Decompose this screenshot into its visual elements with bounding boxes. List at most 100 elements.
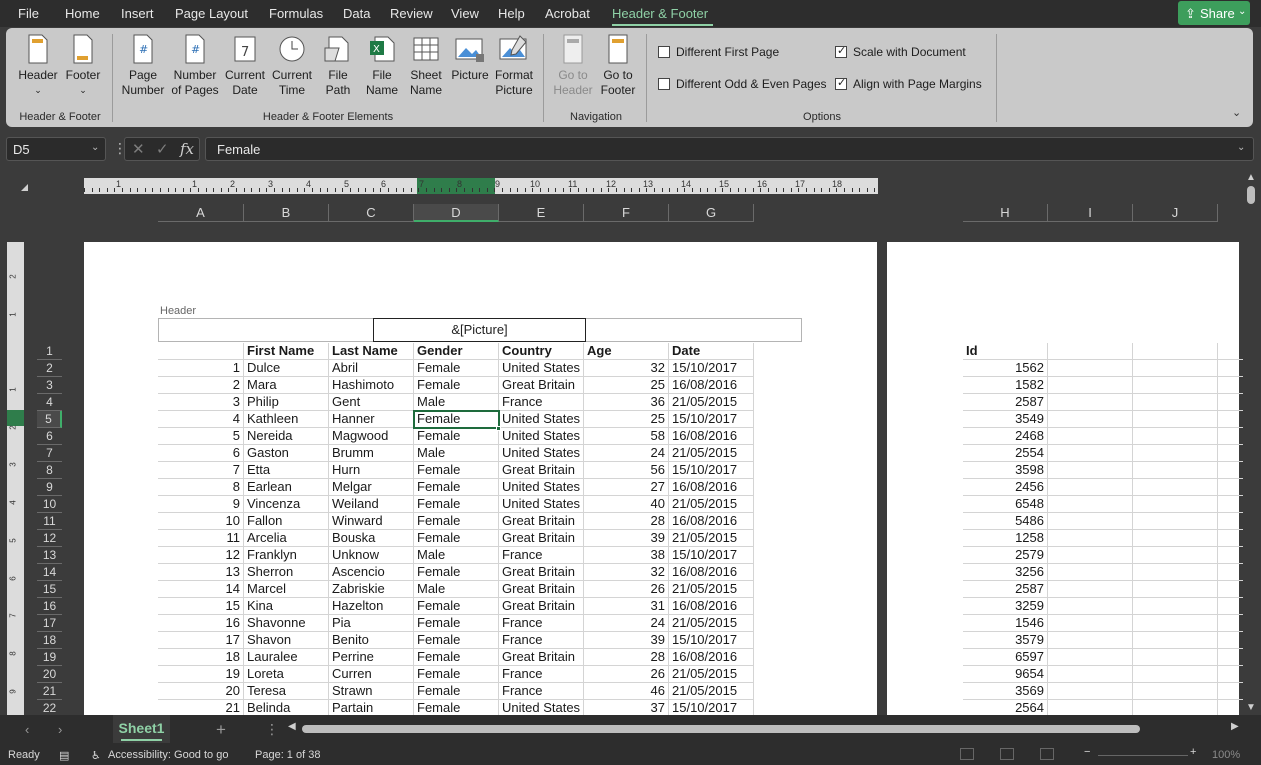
empty-cell[interactable] <box>1048 513 1133 530</box>
last-name-cell[interactable]: Magwood <box>329 428 414 445</box>
empty-cell[interactable] <box>1133 377 1218 394</box>
date-cell[interactable]: 21/05/2015 <box>669 496 754 513</box>
expand-formula-bar-icon[interactable]: ⌄ <box>1237 142 1245 153</box>
country-cell[interactable]: France <box>499 683 584 700</box>
age-cell[interactable]: 36 <box>584 394 669 411</box>
age-cell[interactable]: 56 <box>584 462 669 479</box>
empty-cell[interactable] <box>1133 581 1218 598</box>
gender-cell[interactable]: Female <box>414 564 499 581</box>
last-name-cell[interactable]: Hazelton <box>329 598 414 615</box>
country-cell[interactable]: United States <box>499 700 584 715</box>
age-cell[interactable]: 25 <box>584 411 669 428</box>
scroll-down-icon[interactable]: ▼ <box>1246 702 1256 713</box>
empty-cell[interactable] <box>1048 462 1133 479</box>
empty-cell[interactable] <box>1048 649 1133 666</box>
cancel-icon[interactable]: ✕ <box>132 140 145 158</box>
empty-cell[interactable] <box>1048 564 1133 581</box>
select-all-icon[interactable] <box>21 184 28 191</box>
gender-cell[interactable]: Female <box>414 598 499 615</box>
id-cell[interactable]: 3549 <box>963 411 1048 428</box>
gender-cell[interactable]: Female <box>414 496 499 513</box>
age-cell[interactable]: 39 <box>584 632 669 649</box>
footer-button[interactable]: Footer ⌄ <box>60 34 106 98</box>
id-cell[interactable]: 3569 <box>963 683 1048 700</box>
empty-cell[interactable] <box>1133 462 1218 479</box>
id-cell[interactable]: 6597 <box>963 649 1048 666</box>
column-header-c[interactable]: C <box>329 204 414 222</box>
empty-cell[interactable] <box>1048 479 1133 496</box>
age-cell[interactable]: 37 <box>584 700 669 715</box>
last-name-cell[interactable]: Hashimoto <box>329 377 414 394</box>
row-header[interactable]: 16 <box>37 598 62 615</box>
empty-cell[interactable] <box>1218 377 1243 394</box>
id-cell[interactable]: 3598 <box>963 462 1048 479</box>
column-header-i[interactable]: I <box>1048 204 1133 222</box>
index-cell[interactable]: 8 <box>158 479 244 496</box>
date-cell[interactable]: 16/08/2016 <box>669 479 754 496</box>
row-header[interactable]: 4 <box>37 394 62 411</box>
id-cell[interactable]: 2564 <box>963 700 1048 715</box>
column-header-h[interactable]: H <box>963 204 1048 222</box>
enter-check-icon[interactable]: ✓ <box>156 140 169 158</box>
last-name-cell[interactable]: Strawn <box>329 683 414 700</box>
empty-cell[interactable] <box>1133 428 1218 445</box>
empty-cell[interactable] <box>1218 360 1243 377</box>
last-name-cell[interactable]: Hurn <box>329 462 414 479</box>
row-header[interactable]: 9 <box>37 479 62 496</box>
empty-cell[interactable] <box>1133 564 1218 581</box>
first-name-cell[interactable]: Vincenza <box>244 496 329 513</box>
header-center-section[interactable]: &[Picture] <box>373 318 586 342</box>
zoom-out-icon[interactable]: − <box>1084 746 1090 758</box>
row-header[interactable]: 3 <box>37 377 62 394</box>
index-cell[interactable]: 10 <box>158 513 244 530</box>
age-cell[interactable]: 26 <box>584 581 669 598</box>
date-cell[interactable]: 16/08/2016 <box>669 649 754 666</box>
menu-item-review[interactable]: Review <box>390 6 433 21</box>
menu-item-data[interactable]: Data <box>343 6 370 21</box>
scrollbar-thumb[interactable] <box>1247 186 1255 204</box>
header-button[interactable]: Header ⌄ <box>14 34 62 98</box>
row-header[interactable]: 11 <box>37 513 62 530</box>
empty-cell[interactable] <box>1133 394 1218 411</box>
chevron-down-icon[interactable]: ⌄ <box>91 142 99 153</box>
empty-cell[interactable] <box>1133 547 1218 564</box>
scroll-up-icon[interactable]: ▲ <box>1246 172 1256 183</box>
country-cell[interactable]: Great Britain <box>499 581 584 598</box>
index-cell[interactable]: 7 <box>158 462 244 479</box>
empty-cell[interactable] <box>1218 343 1243 360</box>
column-title-cell[interactable]: Country <box>499 343 584 360</box>
empty-cell[interactable] <box>1218 462 1243 479</box>
menu-item-home[interactable]: Home <box>65 6 100 21</box>
last-name-cell[interactable]: Brumm <box>329 445 414 462</box>
sheet-name-button[interactable]: Sheet Name <box>406 34 446 98</box>
last-name-cell[interactable]: Weiland <box>329 496 414 513</box>
empty-cell[interactable] <box>1218 547 1243 564</box>
age-cell[interactable]: 32 <box>584 360 669 377</box>
first-name-cell[interactable]: Belinda <box>244 700 329 715</box>
horizontal-scrollbar[interactable]: ◀ ▶ <box>288 721 1243 735</box>
last-name-cell[interactable]: Pia <box>329 615 414 632</box>
index-cell[interactable]: 1 <box>158 360 244 377</box>
zoom-level[interactable]: 100% <box>1212 749 1240 761</box>
age-cell[interactable]: 38 <box>584 547 669 564</box>
date-cell[interactable]: 21/05/2015 <box>669 581 754 598</box>
date-cell[interactable]: 21/05/2015 <box>669 530 754 547</box>
empty-cell[interactable] <box>1133 479 1218 496</box>
empty-cell[interactable] <box>1133 530 1218 547</box>
normal-view-icon[interactable] <box>960 748 974 760</box>
country-cell[interactable]: United States <box>499 445 584 462</box>
gender-cell[interactable]: Female <box>414 615 499 632</box>
first-name-cell[interactable]: Kina <box>244 598 329 615</box>
empty-cell[interactable] <box>1048 343 1133 360</box>
empty-cell[interactable] <box>1048 598 1133 615</box>
current-date-button[interactable]: 7 Current Date <box>222 34 268 98</box>
column-title-cell[interactable]: Last Name <box>329 343 414 360</box>
date-cell[interactable]: 15/10/2017 <box>669 462 754 479</box>
index-cell[interactable]: 12 <box>158 547 244 564</box>
prev-sheet-icon[interactable]: ‹ <box>25 722 29 737</box>
empty-cell[interactable] <box>1133 598 1218 615</box>
date-cell[interactable]: 15/10/2017 <box>669 632 754 649</box>
last-name-cell[interactable]: Gent <box>329 394 414 411</box>
row-header[interactable]: 7 <box>37 445 62 462</box>
empty-cell[interactable] <box>1048 377 1133 394</box>
